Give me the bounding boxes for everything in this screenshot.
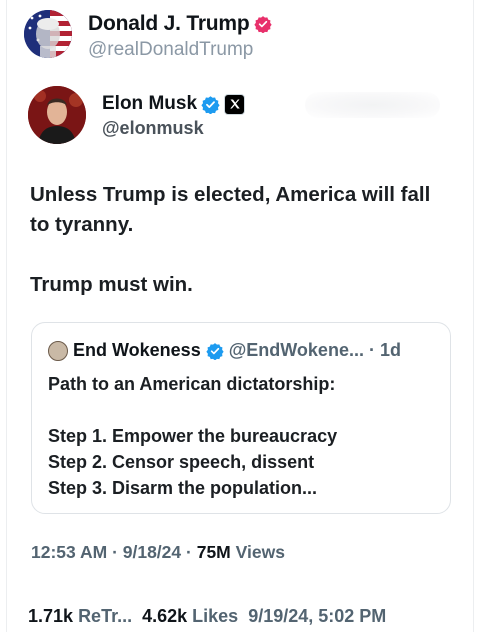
quoted-author-handle[interactable]: @EndWokene... — [229, 340, 364, 361]
quoted-tweet-text: Path to an American dictatorship: Step 1… — [48, 371, 443, 501]
likes-stat[interactable]: 4.62k Likes — [142, 606, 238, 627]
tweet-text-line: Trump must win. — [30, 273, 193, 296]
likes-label: Likes — [192, 606, 239, 626]
quoted-tweet-card[interactable]: End Wokeness @EndWokene... · 1d Path to … — [31, 322, 451, 514]
views-label: Views — [235, 542, 285, 562]
retruths-count: 1.71k — [28, 606, 74, 626]
verified-badge-icon — [201, 95, 220, 114]
quoted-tweet-header: End Wokeness @EndWokene... · 1d — [48, 340, 401, 361]
author-name-row[interactable]: Donald J. Trump — [88, 12, 272, 36]
post-footer: 1.71k ReTr... 4.62k Likes 9/19/24, 5:02 … — [28, 606, 468, 627]
embedded-tweet-date: · 9/18/24 · — [112, 542, 192, 562]
quoted-tweet-title: Path to an American dictatorship: — [48, 374, 336, 394]
likes-count: 4.62k — [142, 606, 188, 626]
quoted-tweet-time: · 1d — [368, 340, 401, 360]
retruths-label: ReTr... — [78, 606, 133, 626]
post-datetime: 9/19/24, 5:02 PM — [248, 606, 387, 626]
quoted-tweet-step: Step 1. Empower the bureaucracy — [48, 426, 338, 446]
quoted-tweet-step: Step 3. Disarm the population... — [48, 478, 318, 498]
tweet-text-line: Unless Trump is elected, America will fa… — [30, 183, 431, 236]
embedded-author-handle[interactable]: @elonmusk — [102, 118, 204, 139]
embedded-author-name[interactable]: Elon Musk — [102, 93, 197, 115]
embedded-tweet-meta: 12:53 AM · 9/18/24 · 75M Views — [31, 542, 285, 563]
quoted-author-avatar[interactable] — [48, 340, 68, 361]
author-avatar[interactable] — [24, 10, 72, 58]
quoted-tweet-step: Step 2. Censor speech, dissent — [48, 452, 315, 472]
author-handle[interactable]: @realDonaldTrump — [88, 39, 253, 61]
x-logo-icon — [224, 93, 246, 115]
views-count: 75M — [196, 542, 231, 562]
embedded-author-avatar[interactable] — [28, 86, 86, 144]
verified-badge-icon — [253, 16, 272, 33]
verified-badge-icon — [206, 342, 224, 360]
author-name[interactable]: Donald J. Trump — [88, 12, 250, 36]
retruths-stat[interactable]: 1.71k ReTr... — [28, 606, 132, 627]
post-header: Donald J. Trump @realDonaldTrump — [24, 6, 454, 62]
embedded-tweet-time: 12:53 AM — [31, 542, 108, 562]
quoted-author-name[interactable]: End Wokeness — [73, 340, 201, 361]
embedded-tweet-text: Unless Trump is elected, America will fa… — [30, 180, 450, 300]
embedded-author-name-row[interactable]: Elon Musk — [102, 93, 246, 115]
blurred-region — [305, 92, 440, 118]
